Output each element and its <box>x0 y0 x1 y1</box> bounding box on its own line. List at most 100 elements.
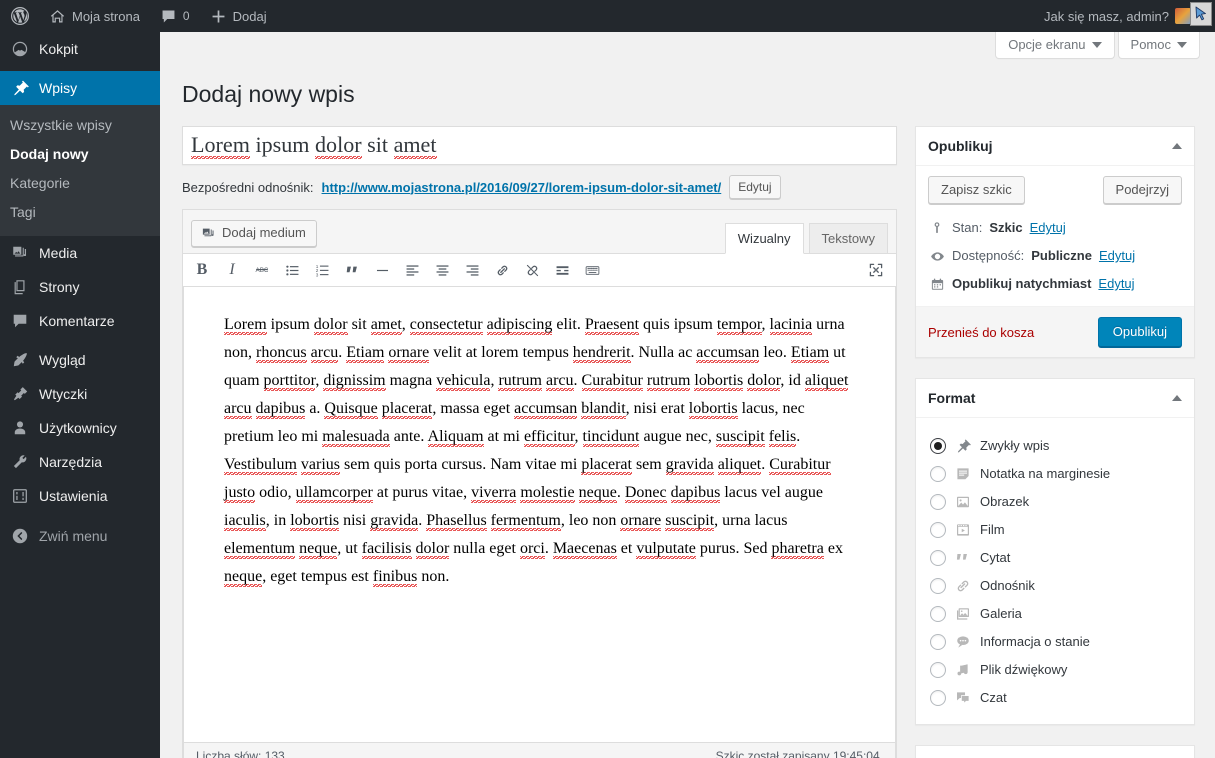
chevron-up-icon[interactable] <box>1172 143 1182 149</box>
adminbar-my-account[interactable]: Jak się masz, admin? <box>1034 0 1215 32</box>
appearance-brush-icon <box>10 350 30 370</box>
wordpress-logo-icon <box>10 6 30 26</box>
main-content-area: Opcje ekranu Pomoc Dodaj nowy wpis Lorem… <box>160 32 1215 758</box>
chevron-down-icon <box>1091 41 1102 48</box>
radio-button[interactable] <box>930 690 946 706</box>
radio-button[interactable] <box>930 634 946 650</box>
bold-icon[interactable]: B <box>189 257 215 283</box>
body-word: velit <box>433 344 462 361</box>
adminbar-new-content[interactable]: Dodaj <box>200 0 277 32</box>
sidebar-item-media[interactable]: Media <box>0 236 160 270</box>
blockquote-icon[interactable] <box>339 257 365 283</box>
insert-more-icon[interactable] <box>549 257 575 283</box>
body-word: tempus <box>300 568 348 585</box>
post-body-text[interactable]: Lorem ipsum dolor sit amet, consectetur … <box>224 297 855 591</box>
edit-schedule-link[interactable]: Edytuj <box>1098 275 1134 293</box>
body-word: cursus <box>441 456 483 473</box>
categories-box-header[interactable]: Kategorie <box>916 746 1194 758</box>
sidebar-item-label: Wpisy <box>39 80 78 96</box>
sidebar-item-komentarze[interactable]: Komentarze <box>0 304 160 338</box>
radio-button[interactable] <box>930 438 946 454</box>
move-to-trash-link[interactable]: Przenieś do kosza <box>928 325 1034 340</box>
radio-button[interactable] <box>930 578 946 594</box>
strikethrough-icon[interactable]: ABC <box>249 257 275 283</box>
help-button[interactable]: Pomoc <box>1117 32 1200 59</box>
radio-button[interactable] <box>930 662 946 678</box>
radio-button[interactable] <box>930 522 946 538</box>
publish-box-footer: Przenieś do kosza Opublikuj <box>916 306 1194 357</box>
unlink-icon[interactable] <box>519 257 545 283</box>
bullet-list-icon[interactable] <box>279 257 305 283</box>
format-option-notatka-na-marginesie[interactable]: Notatka na marginesie <box>928 460 1182 488</box>
link-icon[interactable] <box>489 257 515 283</box>
radio-button[interactable] <box>930 494 946 510</box>
align-left-icon[interactable] <box>399 257 425 283</box>
numbered-list-icon[interactable]: 1 2 3 <box>309 257 335 283</box>
post-title-value[interactable]: Lorem ipsum dolor sit amet <box>183 129 896 162</box>
publish-button[interactable]: Opublikuj <box>1097 317 1182 347</box>
wordpress-logo-button[interactable] <box>0 0 39 32</box>
sidebar-item-kategorie[interactable]: Kategorie <box>0 169 160 198</box>
sidebar-item-strony[interactable]: Strony <box>0 270 160 304</box>
sidebar-item-dodaj-nowy[interactable]: Dodaj nowy <box>0 140 160 169</box>
align-right-icon[interactable] <box>459 257 485 283</box>
sidebar-item-wyglad[interactable]: Wygląd <box>0 343 160 377</box>
post-title-field[interactable]: Lorem ipsum dolor sit amet <box>182 126 897 165</box>
save-draft-button[interactable]: Zapisz szkic <box>928 176 1025 204</box>
format-option-cytat[interactable]: Cytat <box>928 544 1182 572</box>
media-icon <box>10 243 30 263</box>
format-option-odnosnik[interactable]: Odnośnik <box>928 572 1182 600</box>
screen-options-button[interactable]: Opcje ekranu <box>995 32 1115 59</box>
format-option-zwykly-wpis[interactable]: Zwykły wpis <box>928 432 1182 460</box>
toggle-toolbar-icon[interactable] <box>579 257 605 283</box>
radio-button[interactable] <box>930 466 946 482</box>
sidebar-item-label: Ustawienia <box>39 488 108 504</box>
format-option-obrazek[interactable]: Obrazek <box>928 488 1182 516</box>
format-option-plik-dzwiekowy[interactable]: Plik dźwiękowy <box>928 656 1182 684</box>
add-media-button[interactable]: Dodaj medium <box>191 220 317 247</box>
format-option-label: Film <box>980 522 1005 537</box>
tab-tekstowy[interactable]: Tekstowy <box>808 223 888 254</box>
radio-button[interactable] <box>930 606 946 622</box>
format-box-title: Format <box>928 390 976 406</box>
body-word: pretium <box>224 428 274 445</box>
collapse-arrow-icon <box>10 527 30 545</box>
body-word: consectetur <box>409 316 483 335</box>
format-chat-icon <box>954 689 972 707</box>
edit-status-link[interactable]: Edytuj <box>1030 219 1066 237</box>
body-word: rutrum <box>498 372 542 391</box>
format-option-galeria[interactable]: Galeria <box>928 600 1182 628</box>
publish-box-header[interactable]: Opublikuj <box>916 127 1194 166</box>
horizontal-rule-icon[interactable] <box>369 257 395 283</box>
body-word: malesuada <box>322 428 390 447</box>
sidebar-item-kokpit[interactable]: Kokpit <box>0 32 160 66</box>
editor-content-area[interactable]: Lorem ipsum dolor sit amet, consectetur … <box>183 287 896 742</box>
format-option-film[interactable]: Film <box>928 516 1182 544</box>
format-option-czat[interactable]: Czat <box>928 684 1182 712</box>
sidebar-item-tagi[interactable]: Tagi <box>0 198 160 227</box>
preview-button[interactable]: Podejrzyj <box>1102 176 1182 204</box>
sidebar-item-uzytkownicy[interactable]: Użytkownicy <box>0 411 160 445</box>
chevron-up-icon[interactable] <box>1172 395 1182 401</box>
tab-wizualny[interactable]: Wizualny <box>724 223 804 254</box>
eye-icon <box>929 248 945 264</box>
edit-visibility-link[interactable]: Edytuj <box>1099 247 1135 265</box>
permalink-link[interactable]: http://www.mojastrona.pl/2016/09/27/lore… <box>322 180 722 195</box>
adminbar-comments[interactable]: 0 <box>150 0 200 32</box>
collapse-menu-button[interactable]: Zwiń menu <box>0 519 160 553</box>
format-box: Format Zwykły wpis Notatka na marginesie… <box>915 378 1195 725</box>
fullscreen-expand-icon[interactable] <box>864 258 888 282</box>
format-option-informacja-o-stanie[interactable]: Informacja o stanie <box>928 628 1182 656</box>
sidebar-item-wszystkie-wpisy[interactable]: Wszystkie wpisy <box>0 111 160 140</box>
italic-icon[interactable]: I <box>219 257 245 283</box>
sidebar-item-narzedzia[interactable]: Narzędzia <box>0 445 160 479</box>
sidebar-item-wpisy[interactable]: Wpisy <box>0 71 160 105</box>
format-option-label: Cytat <box>980 550 1011 565</box>
format-box-header[interactable]: Format <box>916 379 1194 418</box>
align-center-icon[interactable] <box>429 257 455 283</box>
edit-permalink-button[interactable]: Edytuj <box>729 175 781 199</box>
radio-button[interactable] <box>930 550 946 566</box>
sidebar-item-ustawienia[interactable]: Ustawienia <box>0 479 160 513</box>
adminbar-site-name[interactable]: Moja strona <box>39 0 150 32</box>
sidebar-item-wtyczki[interactable]: Wtyczki <box>0 377 160 411</box>
